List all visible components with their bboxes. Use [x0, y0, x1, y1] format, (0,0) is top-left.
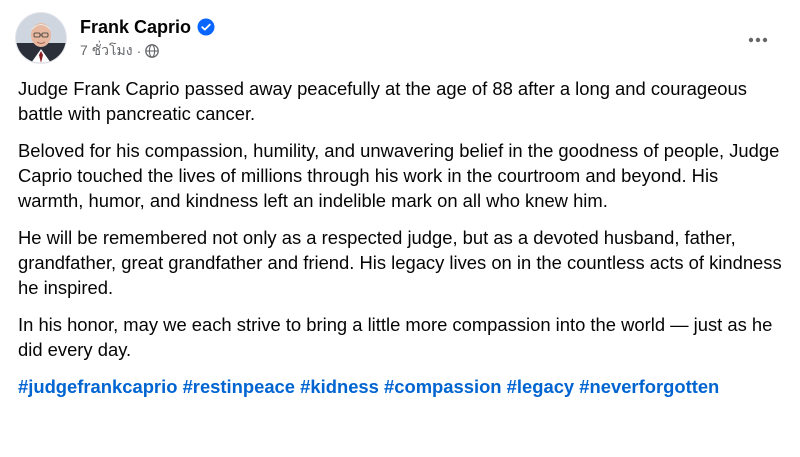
post-paragraph-1: Judge Frank Caprio passed away peacefull… [18, 78, 747, 124]
post-paragraph-4: In his honor, may we each strive to brin… [18, 314, 773, 360]
hashtag-link[interactable]: #kidness [300, 376, 379, 397]
hashtag-link[interactable]: #neverforgotten [579, 376, 719, 397]
author-avatar[interactable] [16, 13, 66, 63]
post-header: Frank Caprio 7 ชั่วโมง · [16, 13, 784, 67]
hashtag-link[interactable]: #judgefrankcaprio [18, 376, 177, 397]
author-name[interactable]: Frank Caprio [80, 17, 191, 38]
hashtag-link[interactable]: #restinpeace [183, 376, 295, 397]
author-line: Frank Caprio [80, 15, 215, 39]
more-options-icon [748, 30, 768, 48]
globe-icon[interactable] [145, 44, 160, 58]
post-meta: 7 ชั่วโมง · [80, 40, 160, 62]
post-paragraph-3: He will be remembered not only as a resp… [18, 227, 782, 298]
post-time[interactable]: 7 ชั่วโมง [80, 40, 133, 62]
post-content: Judge Frank Caprio passed away peacefull… [18, 76, 782, 399]
more-options-button[interactable] [740, 21, 776, 57]
hashtag-row: #judgefrankcaprio #restinpeace #kidness … [18, 374, 782, 399]
facebook-post: Frank Caprio 7 ชั่วโมง · Judge Frank Cap… [0, 0, 800, 457]
hashtag-link[interactable]: #legacy [507, 376, 574, 397]
verified-badge-icon [197, 18, 215, 36]
meta-separator: · [136, 43, 142, 59]
post-paragraph-2: Beloved for his compassion, humility, an… [18, 140, 780, 211]
hashtag-link[interactable]: #compassion [384, 376, 502, 397]
